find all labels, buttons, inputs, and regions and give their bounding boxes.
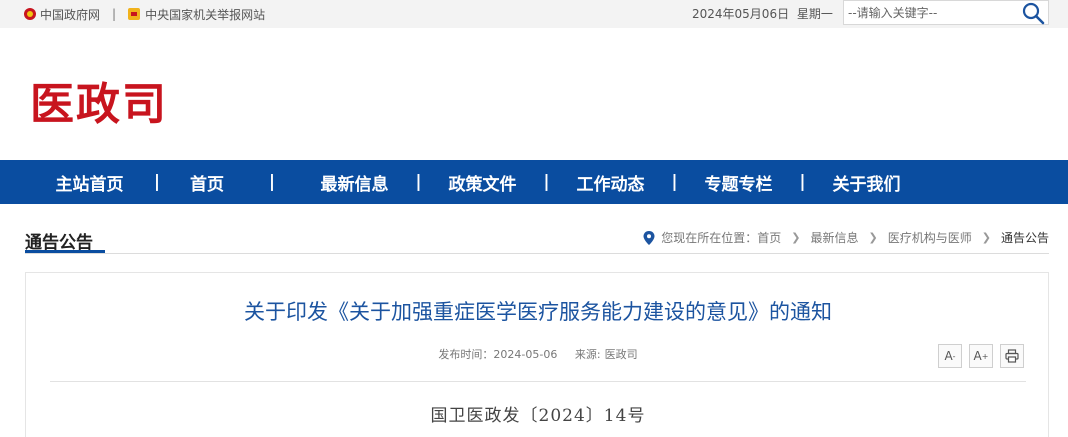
print-icon[interactable] <box>1000 344 1024 368</box>
top-links-separator: | <box>112 7 117 21</box>
search-icon[interactable] <box>1021 1 1045 25</box>
chevron-right-icon: ❯ <box>981 231 991 244</box>
nav-item-topics[interactable]: 专题专栏 <box>702 170 775 195</box>
nav-item-work-news[interactable]: 工作动态 <box>574 170 647 195</box>
breadcrumb-latest[interactable]: 最新信息 <box>811 229 859 246</box>
chevron-right-icon: ❯ <box>791 231 801 244</box>
article-container: 关于印发《关于加强重症医学医疗服务能力建设的意见》的通知 发布时间：2024-0… <box>25 272 1049 437</box>
date-text: 2024年05月06日 <box>692 7 790 21</box>
article-title: 关于印发《关于加强重症医学医疗服务能力建设的意见》的通知 <box>244 300 832 324</box>
current-date: 2024年05月06日 星期一 <box>692 0 833 28</box>
chevron-right-icon: ❯ <box>868 231 878 244</box>
section-divider <box>25 253 1049 254</box>
search-input[interactable] <box>848 3 1018 22</box>
top-bar: 中国政府网 | 中央国家机关举报网站 2024年05月06日 星期一 <box>0 0 1068 28</box>
nav-list: 主站首页 | 首页 | 最新信息 | 政策文件 | 工作动态 | 专题专栏 | … <box>0 160 903 204</box>
source-value: 医政司 <box>604 348 638 361</box>
gov-portal-label: 中国政府网 <box>40 7 101 22</box>
location-pin-icon <box>643 230 655 245</box>
gov-emblem-icon <box>24 8 36 20</box>
nav-divider: | <box>268 172 276 192</box>
nav-item-about[interactable]: 关于我们 <box>830 170 903 195</box>
font-decrease-sign: - <box>952 351 956 361</box>
nav-divider: | <box>543 172 550 192</box>
report-site-label: 中央国家机关举报网站 <box>145 7 266 22</box>
weekday-text: 星期一 <box>796 7 833 21</box>
article-divider <box>50 381 1026 382</box>
publish-date: 2024-05-06 <box>493 348 558 361</box>
report-site-link[interactable]: 中央国家机关举报网站 <box>128 6 265 23</box>
publish-label: 发布时间： <box>438 348 494 361</box>
nav-divider: | <box>671 172 678 192</box>
search-box <box>843 0 1049 25</box>
breadcrumb: 您现在所在位置： 首页 ❯ 最新信息 ❯ 医疗机构与医师 ❯ 通告公告 <box>643 229 1049 246</box>
main-nav: 主站首页 | 首页 | 最新信息 | 政策文件 | 工作动态 | 专题专栏 | … <box>0 160 1068 204</box>
document-number: 国卫医政发〔2024〕14号 <box>430 406 646 426</box>
font-increase-label: A <box>973 349 982 363</box>
breadcrumb-home[interactable]: 首页 <box>757 229 781 246</box>
nav-divider: | <box>799 172 806 192</box>
breadcrumb-institutions[interactable]: 医疗机构与医师 <box>888 229 972 246</box>
nav-item-policy[interactable]: 政策文件 <box>446 170 519 195</box>
nav-divider: | <box>153 172 161 192</box>
nav-item-latest[interactable]: 最新信息 <box>318 170 391 195</box>
gov-portal-link[interactable]: 中国政府网 <box>24 6 100 23</box>
font-decrease-label: A <box>944 349 953 363</box>
font-increase-icon[interactable]: A + <box>969 344 993 368</box>
breadcrumb-current: 通告公告 <box>1000 231 1049 245</box>
site-logo[interactable]: 医政司 <box>30 68 168 132</box>
breadcrumb-prefix: 您现在所在位置： <box>661 231 758 245</box>
printer-glyph <box>1005 349 1019 363</box>
nav-item-home[interactable]: 首页 <box>188 170 226 195</box>
top-links: 中国政府网 | 中央国家机关举报网站 <box>24 0 265 28</box>
font-increase-sign: + <box>981 351 989 361</box>
article-meta: 发布时间：2024-05-06 来源: 医政司 <box>26 346 1050 362</box>
nav-divider: | <box>415 172 422 192</box>
nav-item-main-home[interactable]: 主站首页 <box>53 170 126 195</box>
site-header: 医政司 <box>0 28 1068 160</box>
font-decrease-icon[interactable]: A- <box>938 344 962 368</box>
article-tools: A- A + <box>931 344 1024 368</box>
report-icon <box>128 8 141 20</box>
source-label: 来源: <box>574 348 601 361</box>
